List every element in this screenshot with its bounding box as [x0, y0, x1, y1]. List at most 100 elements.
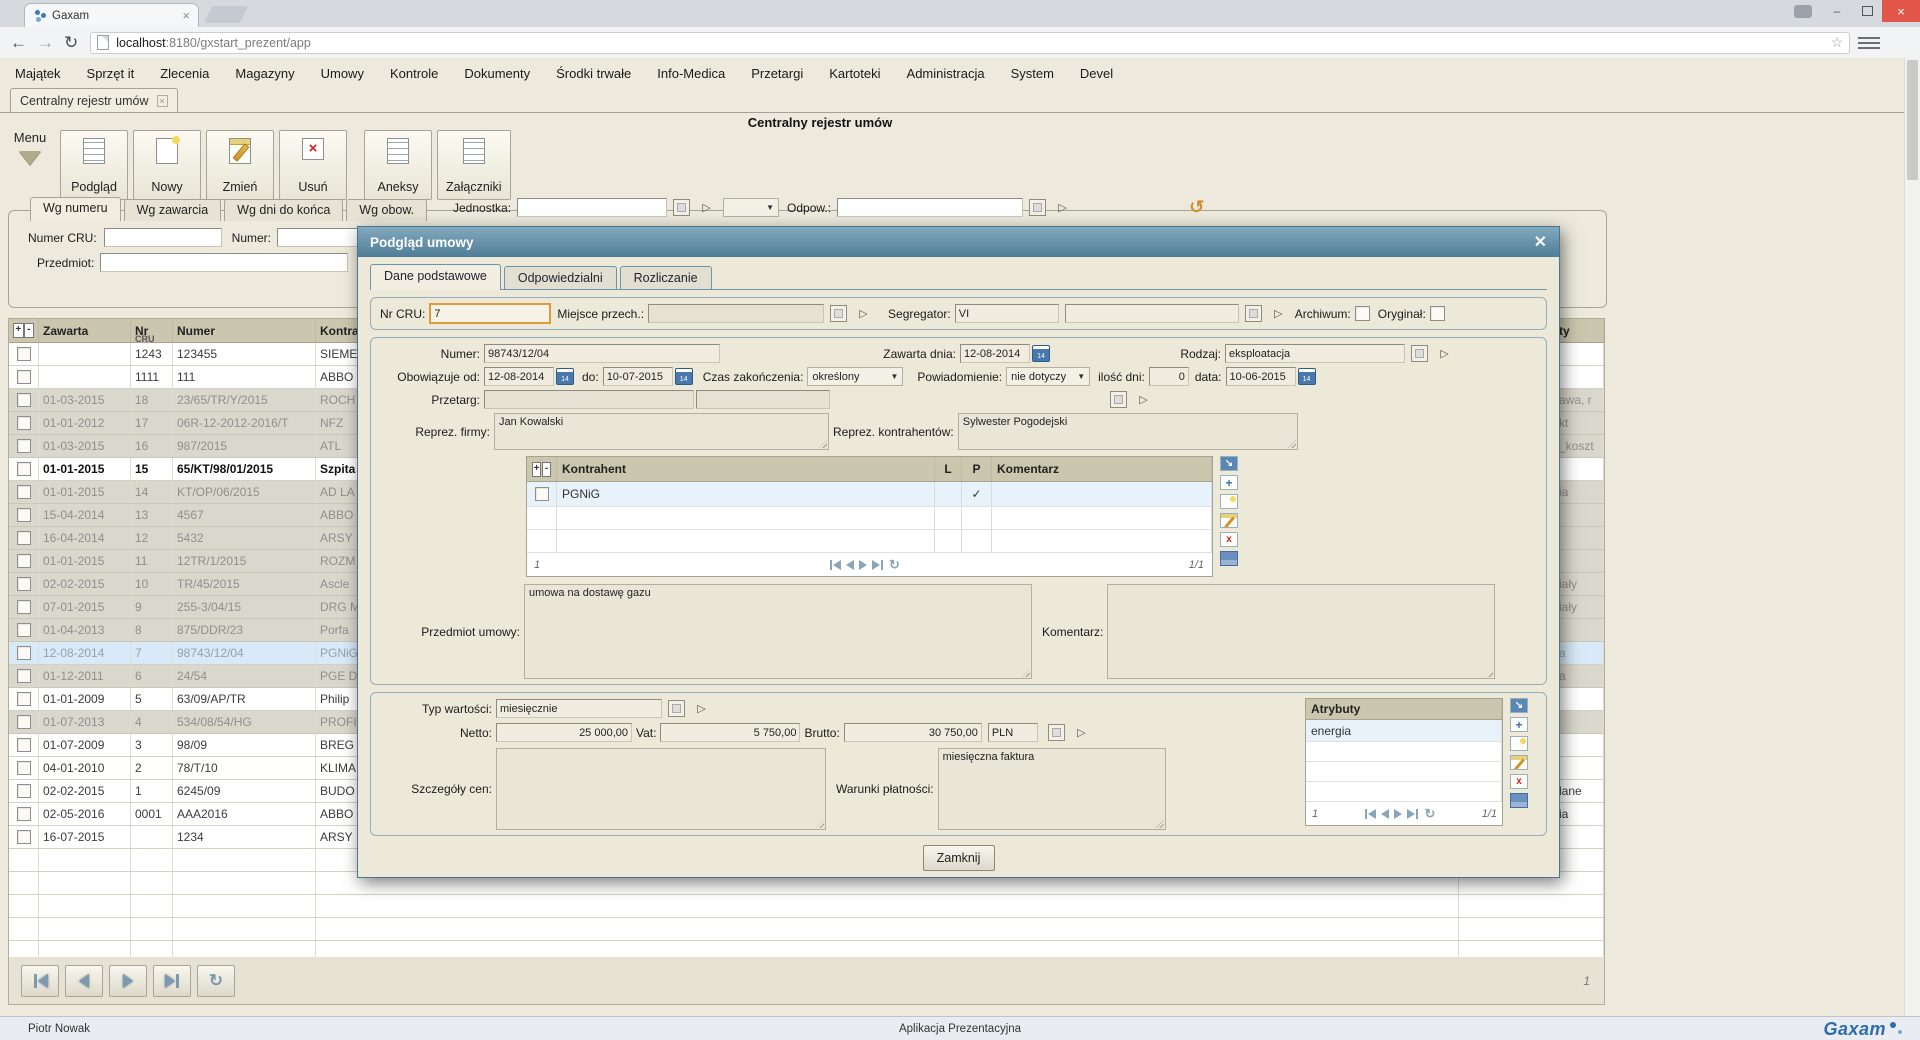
- delete-row-icon[interactable]: x: [1220, 532, 1238, 547]
- delete-row-icon[interactable]: x: [1510, 774, 1528, 789]
- segregator-clear-button[interactable]: [1245, 305, 1262, 322]
- typ-pick-icon[interactable]: ▷: [693, 700, 710, 717]
- k-last-page-icon[interactable]: [872, 560, 884, 570]
- data-calendar-icon[interactable]: [1298, 368, 1316, 385]
- załączniki-button[interactable]: Załączniki: [437, 130, 511, 200]
- row-checkbox[interactable]: [17, 715, 31, 729]
- oryginal-checkbox[interactable]: [1430, 306, 1445, 321]
- browser-scrollbar[interactable]: [1904, 58, 1920, 1016]
- print-icon[interactable]: [1220, 551, 1238, 566]
- menu-item-kartoteki[interactable]: Kartoteki: [816, 66, 893, 81]
- row-checkbox[interactable]: [17, 600, 31, 614]
- przetarg-pick-icon[interactable]: ▷: [1135, 391, 1152, 408]
- data-input[interactable]: 10-06-2015: [1226, 367, 1296, 386]
- kontrahent-add-button[interactable]: +: [532, 462, 541, 477]
- k-next-page-icon[interactable]: [859, 560, 867, 570]
- minimize-button[interactable]: –: [1822, 0, 1852, 22]
- filter-tab-2[interactable]: Wg zawarcia: [124, 199, 222, 221]
- expand-icon[interactable]: ↘: [1220, 456, 1238, 471]
- first-page-button[interactable]: [21, 965, 59, 997]
- new-tab-button[interactable]: [204, 6, 248, 23]
- k-prev-page-icon[interactable]: [846, 560, 854, 570]
- bookmark-star-icon[interactable]: ☆: [1831, 34, 1844, 51]
- row-checkbox[interactable]: [17, 393, 31, 407]
- podgląd-button[interactable]: Podgląd: [60, 130, 128, 200]
- add-icon[interactable]: +: [1510, 717, 1528, 732]
- brutto-input[interactable]: 30 750,00: [844, 723, 982, 742]
- odpow-pick-icon[interactable]: ▷: [1054, 199, 1071, 216]
- nr-cru-input[interactable]: 7: [429, 303, 551, 324]
- segregator-extra-input[interactable]: [1065, 304, 1239, 323]
- szczegoly-cen-textarea[interactable]: [496, 748, 826, 830]
- menu-item-sprz-t-it[interactable]: Sprzęt it: [74, 66, 148, 81]
- row-checkbox[interactable]: [17, 508, 31, 522]
- row-checkbox[interactable]: [17, 462, 31, 476]
- edit-row-icon[interactable]: [1510, 755, 1528, 770]
- nowy-button[interactable]: Nowy: [133, 130, 201, 200]
- przedmiot-input[interactable]: [100, 253, 348, 272]
- dialog-tab-2[interactable]: Odpowiedzialni: [504, 266, 617, 289]
- new-row-icon[interactable]: [1220, 494, 1238, 509]
- miejsce-clear-button[interactable]: [830, 305, 847, 322]
- row-checkbox[interactable]: [17, 830, 31, 844]
- menu-item-umowy[interactable]: Umowy: [308, 66, 377, 81]
- row-checkbox[interactable]: [17, 416, 31, 430]
- reprez-firmy-textarea[interactable]: Jan Kowalski: [494, 413, 829, 450]
- ilosc-dni-input[interactable]: 0: [1149, 367, 1189, 386]
- add-icon[interactable]: +: [1220, 475, 1238, 490]
- a-last-page-icon[interactable]: [1407, 809, 1419, 819]
- vat-input[interactable]: 5 750,00: [660, 723, 800, 742]
- dialog-tab-1[interactable]: Dane podstawowe: [370, 264, 501, 290]
- typ-wartosci-input[interactable]: miesięcznie: [496, 699, 662, 718]
- menu-item--rodki-trwa-e[interactable]: Środki trwałe: [543, 66, 644, 81]
- row-checkbox[interactable]: [17, 370, 31, 384]
- jednostka-input[interactable]: [517, 198, 667, 217]
- menu-item-kontrole[interactable]: Kontrole: [377, 66, 451, 81]
- przetarg-clear-button[interactable]: [1110, 391, 1127, 408]
- col-numer[interactable]: Numer: [173, 319, 316, 342]
- tab-close-icon[interactable]: ×: [182, 8, 190, 23]
- maximize-button[interactable]: [1852, 0, 1882, 22]
- filter-tab-4[interactable]: Wg obow.: [346, 199, 427, 221]
- menu-item-info-medica[interactable]: Info-Medica: [644, 66, 738, 81]
- tab-centralny-rejestr-umow[interactable]: Centralny rejestr umów ×: [10, 88, 178, 112]
- a-prev-page-icon[interactable]: [1381, 809, 1389, 819]
- do-input[interactable]: 10-07-2015: [603, 367, 673, 386]
- menu-item-magazyny[interactable]: Magazyny: [222, 66, 307, 81]
- segregator-pick-icon[interactable]: ▷: [1270, 305, 1287, 322]
- edit-row-icon[interactable]: [1220, 513, 1238, 528]
- row-checkbox[interactable]: [17, 807, 31, 821]
- menu-dropdown[interactable]: Menu: [8, 130, 52, 176]
- expand-all-button[interactable]: +: [13, 323, 24, 338]
- menu-item-przetargi[interactable]: Przetargi: [738, 66, 816, 81]
- filter-tab-1[interactable]: Wg numeru: [30, 197, 121, 221]
- archiwum-checkbox[interactable]: [1355, 306, 1370, 321]
- waluta-clear-button[interactable]: [1048, 724, 1065, 741]
- back-icon[interactable]: ←: [10, 33, 27, 53]
- segregator-input[interactable]: VI: [955, 304, 1059, 323]
- kontrahent-row[interactable]: PGNiG ✓: [527, 482, 1212, 507]
- jednostka-pick-icon[interactable]: ▷: [698, 199, 715, 216]
- rodzaj-pick-icon[interactable]: ▷: [1436, 345, 1453, 362]
- k-refresh-icon[interactable]: ↻: [889, 557, 900, 573]
- col-nr[interactable]: NrCRU: [131, 319, 173, 342]
- miejsce-input[interactable]: [648, 304, 824, 323]
- browser-menu-icon[interactable]: [1858, 37, 1880, 49]
- row-checkbox[interactable]: [17, 692, 31, 706]
- menu-item-administracja[interactable]: Administracja: [894, 66, 998, 81]
- profile-icon[interactable]: [1790, 0, 1816, 22]
- rodzaj-clear-button[interactable]: [1411, 345, 1428, 362]
- powiadomienie-select[interactable]: nie dotyczy▼: [1006, 367, 1090, 386]
- kontrahent-row-checkbox[interactable]: [535, 487, 549, 501]
- forward-icon[interactable]: →: [37, 33, 54, 53]
- dialog-title-bar[interactable]: Podgląd umowy ✕: [358, 227, 1559, 257]
- aneksy-button[interactable]: Aneksy: [364, 130, 432, 200]
- prev-page-button[interactable]: [65, 965, 103, 997]
- browser-tab[interactable]: Gaxam ×: [24, 3, 199, 27]
- expand-icon[interactable]: ↘: [1510, 698, 1528, 713]
- przedmiot-umowy-textarea[interactable]: umowa na dostawę gazu: [524, 584, 1032, 679]
- refresh-button[interactable]: ↻: [197, 965, 235, 997]
- menu-item-system[interactable]: System: [998, 66, 1067, 81]
- row-checkbox[interactable]: [17, 347, 31, 361]
- waluta-pick-icon[interactable]: ▷: [1073, 724, 1090, 741]
